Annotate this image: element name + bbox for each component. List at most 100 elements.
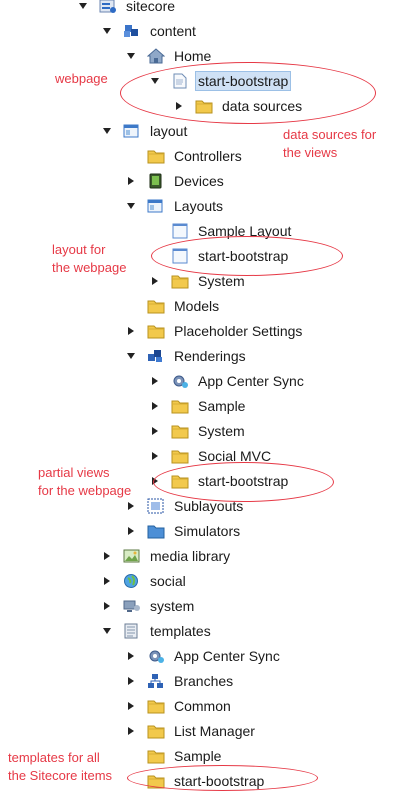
collapse-arrow-icon[interactable]: [125, 650, 137, 662]
tree-item-label: App Center Sync: [174, 647, 280, 664]
tree-item-label: App Center Sync: [198, 372, 304, 389]
collapse-arrow-icon[interactable]: [149, 375, 161, 387]
expand-arrow-icon[interactable]: [101, 625, 113, 637]
tree-item[interactable]: Home: [125, 43, 214, 68]
tree-item-label: Layouts: [174, 197, 224, 214]
tree-item[interactable]: App Center Sync: [149, 368, 307, 393]
tree-item-label: Renderings: [174, 347, 246, 364]
expand-arrow-icon[interactable]: [125, 50, 137, 62]
system-icon: [123, 597, 141, 615]
folder-icon: [147, 772, 165, 790]
content-tree: sitecore content Home start-bootstrap data s…: [0, 0, 406, 790]
tree-item[interactable]: Sample: [125, 743, 224, 768]
collapse-arrow-icon[interactable]: [125, 175, 137, 187]
tree-item[interactable]: templates: [101, 618, 214, 643]
tree-item[interactable]: System: [149, 418, 248, 443]
annotation-data-sources: data sources for the views: [283, 127, 377, 160]
tree-item[interactable]: Placeholder Settings: [125, 318, 305, 343]
tree-item[interactable]: Sample: [149, 393, 248, 418]
tree-item[interactable]: Models: [125, 293, 222, 318]
tree-item[interactable]: List Manager: [125, 718, 258, 743]
collapse-arrow-icon[interactable]: [101, 600, 113, 612]
collapse-arrow-icon[interactable]: [149, 450, 161, 462]
collapse-arrow-icon[interactable]: [125, 500, 137, 512]
collapse-arrow-icon[interactable]: [149, 400, 161, 412]
tree-item[interactable]: start-bootstrap: [149, 68, 292, 93]
collapse-arrow-icon[interactable]: [125, 700, 137, 712]
arrow-spacer: [125, 150, 137, 162]
collapse-arrow-icon[interactable]: [149, 475, 161, 487]
tree-item[interactable]: sitecore: [77, 0, 178, 18]
page-icon: [171, 72, 189, 90]
tree-item[interactable]: Sample Layout: [149, 218, 294, 243]
collapse-arrow-icon[interactable]: [125, 725, 137, 737]
arrow-spacer: [149, 250, 161, 262]
layout-icon: [123, 122, 141, 140]
device-icon: [147, 172, 165, 190]
collapse-arrow-icon[interactable]: [101, 550, 113, 562]
expand-arrow-icon[interactable]: [125, 200, 137, 212]
tree-item-label: media library: [150, 547, 231, 564]
tree-item[interactable]: start-bootstrap: [149, 243, 291, 268]
expand-arrow-icon[interactable]: [77, 0, 89, 12]
expand-arrow-icon[interactable]: [125, 350, 137, 362]
globe-icon: [123, 572, 141, 590]
tree-item-label: Common: [174, 697, 231, 714]
collapse-arrow-icon[interactable]: [101, 575, 113, 587]
tree-item[interactable]: Layouts: [125, 193, 226, 218]
tree-item[interactable]: content: [101, 18, 199, 43]
tree-item[interactable]: layout: [101, 118, 190, 143]
tree-item-label: layout: [150, 122, 188, 139]
expand-arrow-icon[interactable]: [149, 75, 161, 87]
collapse-arrow-icon[interactable]: [125, 325, 137, 337]
tree-item-label: start-bootstrap: [198, 247, 289, 264]
gear-icon: [171, 372, 189, 390]
tree-item-label: Home: [174, 47, 212, 64]
annotation-layout: layout for the webpage: [52, 242, 127, 275]
tree-item[interactable]: App Center Sync: [125, 643, 283, 668]
tree-item[interactable]: System: [149, 268, 248, 293]
collapse-arrow-icon[interactable]: [173, 100, 185, 112]
arrow-spacer: [125, 775, 137, 787]
collapse-arrow-icon[interactable]: [125, 675, 137, 687]
tree-item[interactable]: Controllers: [125, 143, 245, 168]
tree-item[interactable]: system: [101, 593, 197, 618]
tree-item[interactable]: start-bootstrap: [149, 468, 291, 493]
tree-item[interactable]: start-bootstrap: [125, 768, 267, 793]
collapse-arrow-icon[interactable]: [149, 425, 161, 437]
folder-icon: [195, 97, 213, 115]
tree-item-label: Sample: [198, 397, 246, 414]
sitecore-icon: [99, 0, 117, 15]
folder-icon: [171, 397, 189, 415]
tree-item[interactable]: social: [101, 568, 189, 593]
tree-item-label: System: [198, 422, 245, 439]
layout-file-icon: [171, 247, 189, 265]
tree-item[interactable]: Devices: [125, 168, 227, 193]
tree-item-label: Social MVC: [198, 447, 272, 464]
expand-arrow-icon[interactable]: [101, 25, 113, 37]
tree-item-label: Sublayouts: [174, 497, 244, 514]
collapse-arrow-icon[interactable]: [125, 525, 137, 537]
tree-item[interactable]: media library: [101, 543, 233, 568]
tree-item[interactable]: Renderings: [125, 343, 249, 368]
tree-item-label: start-bootstrap: [195, 70, 292, 91]
tree-item-label: Models: [174, 297, 220, 314]
tree-item-label: Devices: [174, 172, 224, 189]
arrow-spacer: [149, 225, 161, 237]
simulator-folder-icon: [147, 522, 165, 540]
expand-arrow-icon[interactable]: [101, 125, 113, 137]
tree-item-label: Controllers: [174, 147, 242, 164]
branches-icon: [147, 672, 165, 690]
tree-item[interactable]: Social MVC: [149, 443, 274, 468]
tree-item[interactable]: data sources: [173, 93, 305, 118]
media-icon: [123, 547, 141, 565]
collapse-arrow-icon[interactable]: [149, 275, 161, 287]
layout-file-icon: [171, 222, 189, 240]
tree-item[interactable]: Sublayouts: [125, 493, 246, 518]
tree-item[interactable]: Common: [125, 693, 234, 718]
tree-item-label: Sample Layout: [198, 222, 292, 239]
tree-item-label: Branches: [174, 672, 234, 689]
annotation-partial-views: partial views for the webpage: [38, 465, 132, 498]
tree-item[interactable]: Branches: [125, 668, 236, 693]
tree-item[interactable]: Simulators: [125, 518, 243, 543]
